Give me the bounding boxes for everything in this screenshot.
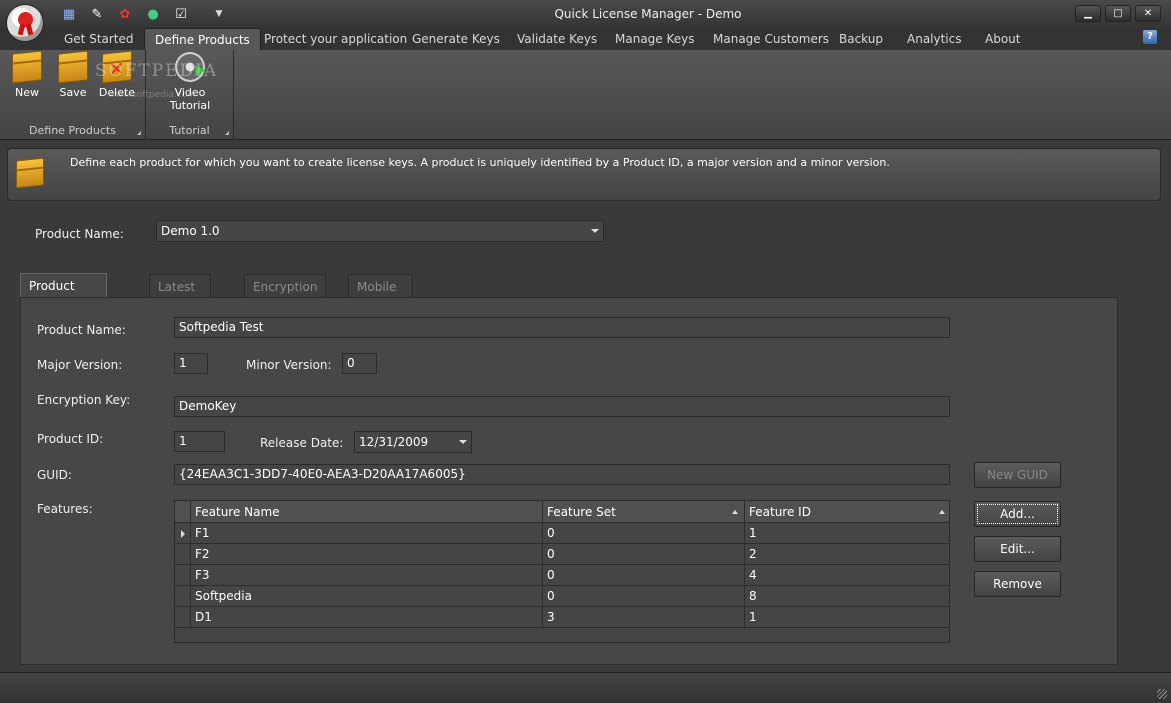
help-icon[interactable]: ? [1143, 30, 1157, 44]
tab-mobile-devices[interactable]: Mobile Devices [348, 274, 414, 318]
product-selector-dropdown[interactable]: Demo 1.0 [156, 220, 604, 242]
minor-version-field[interactable]: 0 [342, 353, 377, 374]
dialog-launcher-icon[interactable] [225, 131, 229, 135]
tab-encryption-keys[interactable]: Encryption Keys [244, 274, 327, 318]
ribbon-tab-bar: Get Started Define Products Protect your… [0, 28, 1171, 50]
save-button[interactable]: Save [52, 50, 94, 99]
info-panel: Define each product for which you want t… [7, 148, 1161, 201]
remove-feature-button[interactable]: Remove [974, 571, 1061, 597]
product-name-label: Product Name: [37, 323, 126, 337]
product-name-field[interactable]: Softpedia Test [174, 317, 950, 338]
table-row[interactable]: D1 3 1 [175, 607, 949, 628]
cell-feature-set[interactable]: 0 [543, 523, 745, 544]
tab-latest-version[interactable]: Latest Version [149, 274, 212, 318]
ribbon-tab-protect-application[interactable]: Protect your application [254, 28, 417, 50]
info-text: Define each product for which you want t… [70, 156, 890, 169]
new-box-icon [12, 50, 42, 84]
release-date-label: Release Date: [260, 436, 344, 450]
save-box-icon [58, 50, 88, 84]
cell-feature-set[interactable]: 0 [543, 544, 745, 565]
cell-feature-id[interactable]: 2 [745, 544, 949, 565]
maximize-button[interactable]: □ [1105, 5, 1131, 22]
product-selector-label: Product Name: [35, 227, 124, 241]
sort-asc-icon [939, 510, 945, 514]
major-version-label: Major Version: [37, 358, 123, 372]
tab-product-information[interactable]: Product Information [20, 273, 108, 318]
sort-asc-icon [732, 510, 738, 514]
row-selector[interactable] [175, 523, 191, 544]
encryption-key-field[interactable]: DemoKey [174, 396, 950, 417]
features-table: Feature Name Feature Set Feature ID F1 0… [174, 500, 950, 643]
row-header-corner [175, 501, 191, 523]
column-feature-name[interactable]: Feature Name [191, 501, 543, 523]
ribbon-tab-analytics[interactable]: Analytics [897, 28, 972, 50]
release-date-picker[interactable]: 12/31/2009 [354, 431, 472, 453]
ribbon: New Save ✕ Delete Define Products ▶ Vide… [0, 50, 1171, 140]
features-label: Features: [37, 502, 93, 516]
cell-feature-set[interactable]: 0 [543, 586, 745, 607]
table-row[interactable]: Softpedia 0 8 [175, 586, 949, 607]
table-header: Feature Name Feature Set Feature ID [175, 501, 949, 523]
group-label: Define Products [29, 124, 116, 137]
add-feature-button[interactable]: Add... [974, 501, 1061, 527]
group-label: Tutorial [169, 124, 210, 137]
minor-version-label: Minor Version: [246, 358, 332, 372]
row-selector[interactable] [175, 565, 191, 586]
new-button[interactable]: New [6, 50, 48, 99]
cell-feature-name[interactable]: F1 [191, 523, 543, 544]
app-menu-button[interactable] [6, 4, 44, 42]
row-selector[interactable] [175, 544, 191, 565]
new-guid-button[interactable]: New GUID [974, 462, 1061, 488]
ribbon-tab-get-started[interactable]: Get Started [54, 28, 144, 50]
ribbon-tab-about[interactable]: About [975, 28, 1030, 50]
guid-field[interactable]: {24EAA3C1-3DD7-40E0-AEA3-D20AA17A6005} [174, 464, 950, 485]
guid-label: GUID: [37, 468, 72, 482]
cell-feature-id[interactable]: 4 [745, 565, 949, 586]
current-row-icon [181, 530, 185, 538]
watermark-url: www.softpedia.com [108, 90, 196, 100]
cell-feature-id[interactable]: 8 [745, 586, 949, 607]
major-version-field[interactable]: 1 [174, 353, 208, 374]
window-controls: ▁ □ ✕ [1075, 5, 1161, 22]
dialog-launcher-icon[interactable] [137, 131, 141, 135]
cell-feature-name[interactable]: Softpedia [191, 586, 543, 607]
watermark: SOFTPEDIA [95, 61, 219, 81]
cell-feature-name[interactable]: F3 [191, 565, 543, 586]
row-selector[interactable] [175, 607, 191, 628]
minimize-button[interactable]: ▁ [1075, 5, 1101, 22]
cell-feature-name[interactable]: D1 [191, 607, 543, 628]
ribbon-tab-backup[interactable]: Backup [829, 28, 893, 50]
resize-grip-icon[interactable] [1157, 689, 1167, 699]
ribbon-tab-manage-customers[interactable]: Manage Customers [703, 28, 839, 50]
table-row[interactable]: F3 0 4 [175, 565, 949, 586]
row-selector[interactable] [175, 586, 191, 607]
cell-feature-id[interactable]: 1 [745, 523, 949, 544]
title-bar: ▦ ✎ ✿ ● ☑ ▼ Quick License Manager - Demo… [0, 0, 1171, 30]
ribbon-tab-validate-keys[interactable]: Validate Keys [507, 28, 607, 50]
table-row[interactable]: F1 0 1 [175, 523, 949, 544]
column-feature-id[interactable]: Feature ID [745, 501, 949, 523]
product-id-field[interactable]: 1 [174, 431, 225, 452]
chevron-down-icon [459, 440, 467, 444]
product-box-icon [16, 157, 44, 189]
cell-feature-id[interactable]: 1 [745, 607, 949, 628]
close-button[interactable]: ✕ [1135, 5, 1161, 22]
edit-feature-button[interactable]: Edit... [974, 536, 1061, 562]
product-id-label: Product ID: [37, 432, 104, 446]
table-row[interactable]: F2 0 2 [175, 544, 949, 565]
ribbon-tab-generate-keys[interactable]: Generate Keys [402, 28, 510, 50]
ribbon-tab-define-products[interactable]: Define Products [144, 28, 261, 50]
window-title: Quick License Manager - Demo [554, 7, 742, 21]
column-feature-set[interactable]: Feature Set [543, 501, 745, 523]
chevron-down-icon [591, 229, 599, 233]
cell-feature-set[interactable]: 0 [543, 565, 745, 586]
encryption-key-label: Encryption Key: [37, 393, 131, 407]
cell-feature-set[interactable]: 3 [543, 607, 745, 628]
cell-feature-name[interactable]: F2 [191, 544, 543, 565]
status-bar [0, 672, 1171, 703]
ribbon-tab-manage-keys[interactable]: Manage Keys [605, 28, 705, 50]
